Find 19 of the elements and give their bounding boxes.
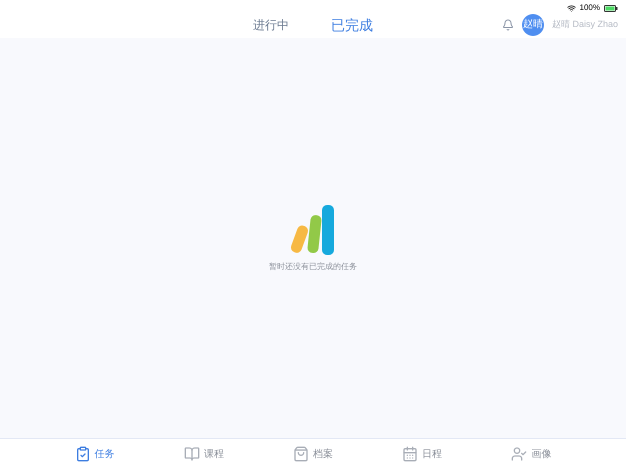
empty-message: 暂时还没有已完成的任务 <box>269 261 357 273</box>
nav-icon <box>292 446 309 462</box>
nav-tab[interactable]: 画像 <box>511 446 552 462</box>
nav-tab[interactable]: 档案 <box>292 446 333 462</box>
battery-icon <box>604 4 618 12</box>
battery-percent: 100% <box>580 2 600 14</box>
nav-tab[interactable]: 任务 <box>74 446 115 462</box>
notification-bell-icon[interactable] <box>502 19 514 31</box>
wifi-icon <box>566 4 576 12</box>
nav-tab[interactable]: 课程 <box>184 446 224 462</box>
user-avatar[interactable]: 赵晴 <box>522 14 544 36</box>
status-tab[interactable]: 进行中 <box>253 16 289 34</box>
status-tab[interactable]: 已完成 <box>331 14 373 36</box>
nav-icon <box>402 446 418 462</box>
nav-icon <box>74 446 91 462</box>
user-name: 赵晴 Daisy Zhao <box>552 18 618 32</box>
nav-tab[interactable]: 日程 <box>402 446 442 462</box>
nav-icon <box>184 446 200 462</box>
nav-icon <box>511 446 528 462</box>
